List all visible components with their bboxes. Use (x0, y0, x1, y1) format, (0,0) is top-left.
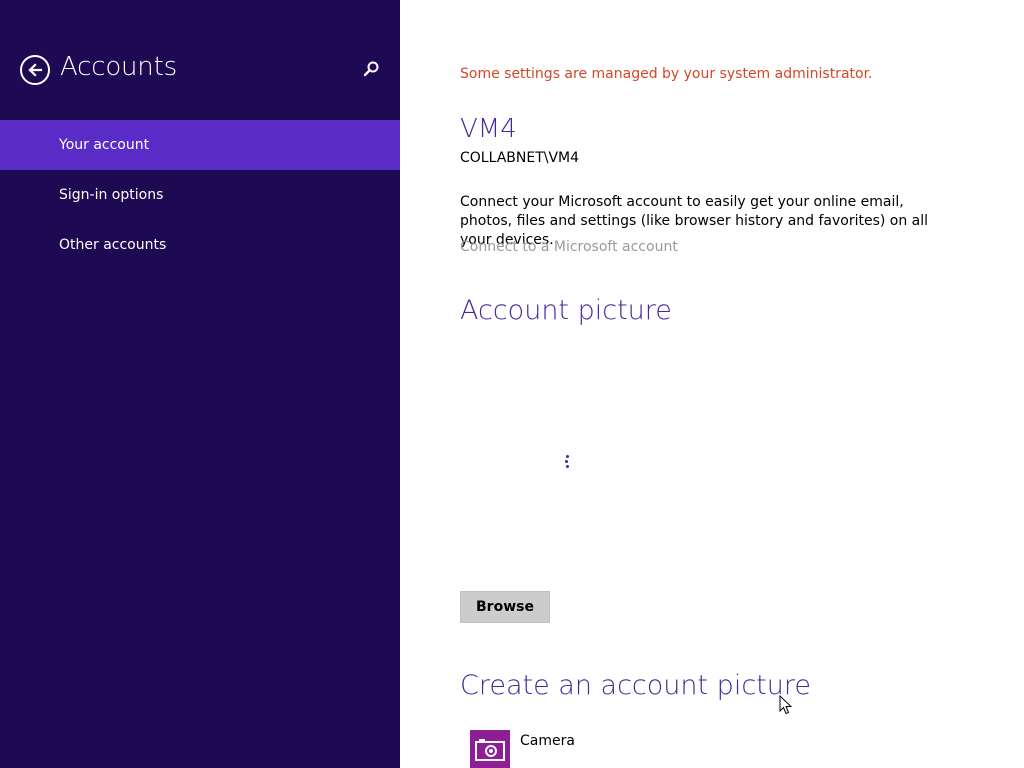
user-domain: COLLABNET\VM4 (460, 150, 580, 166)
nav-header: Accounts (20, 52, 390, 88)
nav-item-other-accounts[interactable]: Other accounts (0, 220, 400, 270)
loading-spinner-icon (565, 455, 571, 469)
user-name: VM4 (460, 114, 517, 144)
main-content: Some settings are managed by your system… (460, 0, 1000, 768)
create-account-picture-heading: Create an account picture (460, 670, 811, 701)
camera-icon (475, 739, 505, 761)
search-icon (363, 61, 379, 77)
browse-button[interactable]: Browse (460, 591, 550, 623)
nav-item-your-account[interactable]: Your account (0, 120, 400, 170)
back-arrow-icon (28, 63, 43, 77)
nav-item-sign-in-options[interactable]: Sign-in options (0, 170, 400, 220)
admin-managed-notice: Some settings are managed by your system… (460, 66, 873, 82)
camera-label[interactable]: Camera (520, 733, 575, 749)
account-picture-heading: Account picture (460, 295, 672, 326)
camera-tile[interactable] (470, 730, 510, 768)
back-button[interactable] (20, 55, 50, 85)
navigation-pane: Accounts Your account Sign-in options Ot… (0, 0, 400, 768)
search-button[interactable] (362, 60, 380, 78)
mouse-pointer-icon (779, 695, 793, 715)
nav-title: Accounts (60, 52, 177, 82)
connect-microsoft-account-link[interactable]: Connect to a Microsoft account (460, 239, 678, 255)
